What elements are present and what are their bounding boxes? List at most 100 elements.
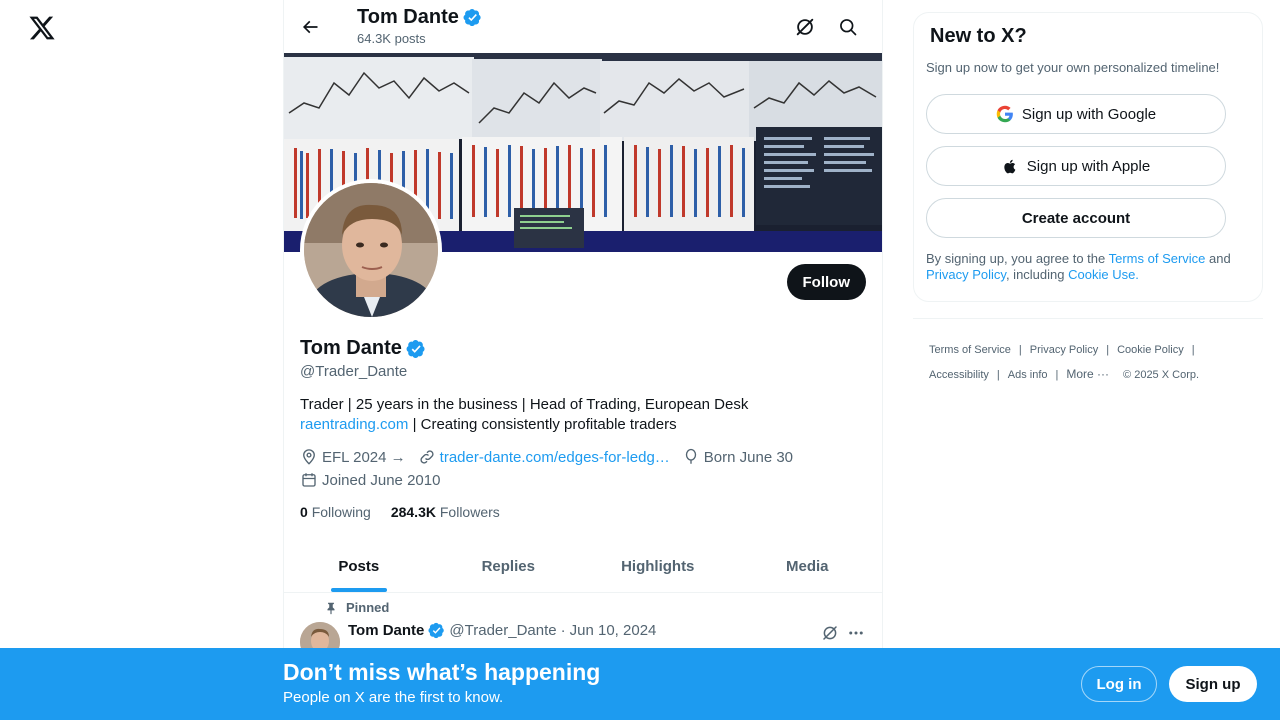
pinned-label: Pinned — [324, 600, 389, 615]
bio-line-2-text: | Creating consistently profitable trade… — [408, 416, 677, 433]
followers-link[interactable]: 284.3K Followers — [391, 504, 500, 520]
bottom-banner-title: Don’t miss what’s happening — [283, 659, 601, 685]
calendar-icon — [302, 473, 316, 487]
footer-terms-link[interactable]: Terms of Service — [929, 344, 1011, 356]
login-button[interactable]: Log in — [1081, 666, 1157, 702]
bottom-signup-banner: Don’t miss what’s happening People on X … — [0, 648, 1280, 720]
profile-header-bar: Tom Dante 64.3K posts — [284, 0, 882, 53]
cookie-link[interactable]: Cookie Use. — [1068, 267, 1139, 282]
profile-tabs: Posts Replies Highlights Media — [284, 540, 882, 593]
footer-separator: | — [1191, 344, 1195, 356]
profile-bio: Trader | 25 years in the business | Head… — [300, 395, 860, 435]
followers-count: 284.3K — [390, 504, 436, 520]
active-tab-indicator — [330, 588, 387, 592]
verified-badge-icon — [428, 622, 445, 639]
footer-separator: | — [1055, 369, 1059, 381]
footer-separator: | — [1106, 344, 1110, 356]
signup-apple-label: Sign up with Apple — [1026, 157, 1151, 175]
post-author-name[interactable]: Tom Dante — [348, 622, 424, 639]
tab-highlights[interactable]: Highlights — [583, 540, 733, 592]
tab-posts-label: Posts — [338, 557, 380, 575]
signup-apple-button[interactable]: Sign up with Apple — [926, 146, 1226, 186]
followers-label: Followers — [439, 504, 500, 520]
privacy-link[interactable]: Privacy Policy — [926, 267, 1006, 282]
signup-subtitle: Sign up now to get your own personalized… — [926, 60, 1220, 75]
post-dot: · — [560, 622, 566, 639]
profile-name-text: Tom Dante — [300, 337, 402, 359]
tab-media[interactable]: Media — [733, 540, 883, 592]
signup-title: New to X? — [930, 25, 1027, 47]
location-item: EFL 2024 → — [300, 448, 406, 466]
profile-name: Tom Dante — [300, 337, 426, 360]
profile-joined-row: Joined June 2010 — [300, 471, 440, 489]
create-account-button[interactable]: Create account — [926, 198, 1226, 238]
pin-icon — [327, 602, 335, 614]
tab-replies[interactable]: Replies — [434, 540, 584, 592]
legal-prefix: By signing up, you agree to the — [926, 251, 1109, 266]
bio-link[interactable]: raentrading.com — [300, 416, 408, 433]
bottom-banner-subtitle: People on X are the first to know. — [283, 689, 504, 706]
footer-row-1: Terms of Service | Privacy Policy | Cookie P… — [929, 338, 1249, 362]
following-link[interactable]: 0 Following — [300, 504, 371, 520]
bio-line-1: Trader | 25 years in the business | Head… — [300, 396, 749, 413]
birthday-item: Born June 30 — [682, 448, 793, 466]
pinned-text: Pinned — [346, 600, 390, 615]
post-header: Tom Dante @Trader_Dante · Jun 10, 2024 — [348, 622, 656, 639]
footer-ads-link[interactable]: Ads info — [1008, 369, 1048, 381]
follow-button[interactable]: Follow — [786, 264, 866, 300]
legal-including: , including — [1005, 267, 1069, 282]
profile-handle: @Trader_Dante — [300, 363, 408, 380]
signup-card: New to X? Sign up now to get your own pe… — [913, 12, 1263, 302]
following-count: 0 — [300, 504, 308, 520]
profile-meta-row: EFL 2024 → trader-dante.com/edges-for-le… — [300, 448, 793, 466]
signup-legal-text: By signing up, you agree to the Terms of… — [926, 251, 1246, 283]
back-arrow-icon[interactable] — [296, 13, 324, 41]
footer-copyright: © 2025 X Corp. — [1123, 369, 1200, 381]
apple-icon — [1004, 159, 1016, 173]
legal-and: and — [1205, 251, 1231, 266]
profile-column: Tom Dante 64.3K posts Follow Tom Dante @… — [283, 0, 883, 720]
footer-separator: | — [1018, 344, 1022, 356]
tab-highlights-label: Highlights — [621, 557, 695, 575]
footer-links: Terms of Service | Privacy Policy | Cookie P… — [929, 338, 1249, 387]
signup-google-button[interactable]: Sign up with Google — [926, 94, 1226, 134]
google-icon — [996, 105, 1013, 123]
verified-badge-icon[interactable] — [406, 339, 426, 359]
terms-link[interactable]: Terms of Service — [1109, 251, 1206, 266]
location-pin-icon — [303, 449, 315, 465]
footer-separator: | — [996, 369, 1000, 381]
follow-counts: 0 Following 284.3K Followers — [300, 504, 500, 520]
header-name-text: Tom Dante — [357, 6, 459, 28]
bio-line-2: raentrading.com | Creating consistently … — [300, 415, 860, 435]
footer-privacy-link[interactable]: Privacy Policy — [1030, 344, 1098, 356]
link-icon — [420, 450, 434, 464]
more-options-icon[interactable] — [845, 622, 867, 644]
following-label: Following — [311, 504, 371, 520]
joined-text: Joined June 2010 — [322, 471, 441, 489]
website-item: trader-dante.com/edges-for-ledg… — [418, 448, 670, 466]
right-column-divider — [913, 318, 1263, 319]
search-icon[interactable] — [835, 14, 861, 40]
left-nav — [0, 0, 284, 720]
verified-badge-icon — [463, 8, 481, 27]
balloon-icon — [685, 448, 696, 464]
header-name: Tom Dante — [357, 6, 482, 29]
grok-icon[interactable] — [792, 14, 818, 40]
tab-replies-label: Replies — [481, 557, 535, 575]
post-date[interactable]: Jun 10, 2024 — [570, 622, 657, 639]
birthday-text: Born June 30 — [703, 448, 794, 466]
tab-media-label: Media — [785, 557, 829, 575]
footer-cookie-link[interactable]: Cookie Policy — [1117, 344, 1184, 356]
footer-more-button[interactable]: More ··· — [1066, 367, 1109, 381]
location-text: EFL 2024 → — [322, 448, 406, 466]
joined-item: Joined June 2010 — [300, 471, 440, 489]
profile-avatar[interactable] — [300, 179, 442, 321]
signup-google-label: Sign up with Google — [1021, 105, 1157, 123]
footer-accessibility-link[interactable]: Accessibility — [929, 369, 989, 381]
grok-icon[interactable] — [819, 622, 841, 644]
tab-posts[interactable]: Posts — [284, 540, 434, 592]
post-author-handle[interactable]: @Trader_Dante — [449, 622, 556, 639]
website-link[interactable]: trader-dante.com/edges-for-ledg… — [440, 449, 670, 466]
x-logo-icon[interactable] — [28, 14, 56, 42]
signup-button[interactable]: Sign up — [1169, 666, 1257, 702]
